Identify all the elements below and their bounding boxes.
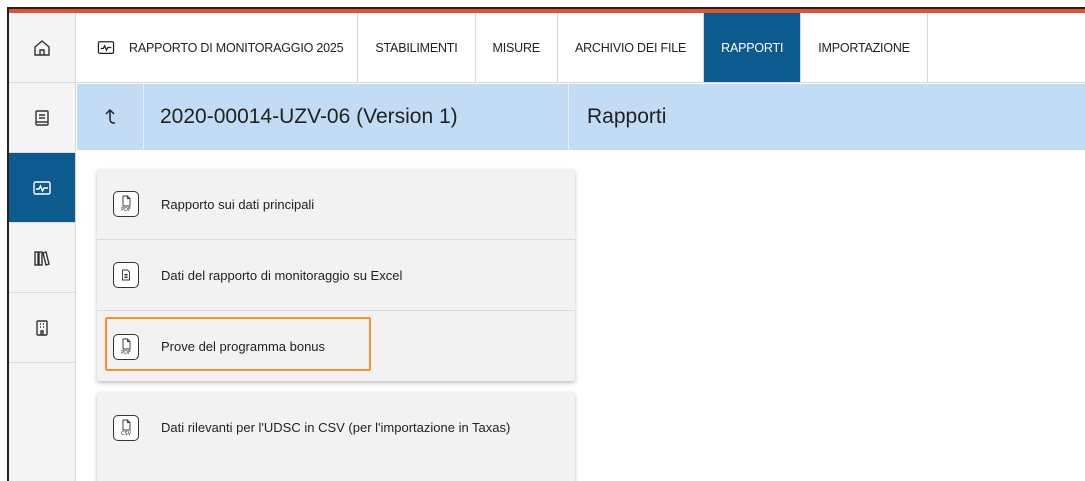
library-icon	[34, 250, 50, 266]
rail-library[interactable]	[9, 223, 75, 293]
app-frame: RAPPORTO DI MONITORAGGIO 2025 STABILIMEN…	[7, 7, 1085, 481]
rail-facilities[interactable]	[9, 293, 75, 363]
report-item[interactable]: PDF Rapporto sui dati principali	[97, 169, 575, 240]
left-rail	[9, 13, 76, 481]
csv-icon: CSV	[113, 414, 139, 441]
report-item[interactable]: Dati del rapporto di monitoraggio su Exc…	[97, 240, 575, 311]
report-item[interactable]: PDF Prove del programma bonus	[97, 311, 575, 382]
reports-card: PDF Rapporto sui dati principali Dati de…	[97, 169, 575, 381]
back-arrow-icon	[105, 108, 115, 124]
tab-archivio[interactable]: ARCHIVIO DEI FILE	[558, 13, 705, 82]
report-label: Rapporto sui dati principali	[161, 196, 315, 212]
report-label: Dati del rapporto di monitoraggio su Exc…	[161, 267, 403, 283]
back-button[interactable]	[77, 84, 144, 150]
pdf-icon: PDF	[113, 191, 139, 217]
reports-card: CSV Dati rilevanti per l'UDSC in CSV (pe…	[97, 392, 575, 481]
document-icon	[35, 109, 49, 126]
section-title: Rapporti	[587, 105, 667, 128]
top-navigation: RAPPORTO DI MONITORAGGIO 2025 STABILIMEN…	[77, 13, 1085, 83]
rail-documents[interactable]	[9, 83, 75, 153]
home-icon	[34, 39, 50, 56]
tab-label: STABILIMENTI	[375, 40, 458, 55]
report-label: Prove del programma bonus	[161, 339, 326, 354]
tab-label: IMPORTAZIONE	[818, 40, 910, 55]
excel-icon	[113, 262, 139, 288]
file-type-tag: PDF	[121, 207, 131, 213]
rail-monitoring[interactable]	[9, 153, 75, 223]
tab-label: ARCHIVIO DEI FILE	[574, 40, 687, 55]
monitor-icon	[33, 180, 51, 195]
report-label: Dati rilevanti per l'UDSC in CSV (per l'…	[161, 420, 511, 435]
tab-label: MISURE	[492, 40, 541, 55]
rail-home[interactable]	[9, 13, 75, 83]
tab-label: RAPPORTI	[721, 40, 784, 55]
tab-monitoring-report[interactable]: RAPPORTO DI MONITORAGGIO 2025	[77, 13, 359, 82]
report-item[interactable]: CSV Dati rilevanti per l'UDSC in CSV (pe…	[97, 392, 575, 463]
tab-label: RAPPORTO DI MONITORAGGIO 2025	[129, 40, 344, 55]
project-title: 2020-00014-UZV-06 (Version 1)	[144, 84, 569, 150]
monitor-icon	[97, 40, 115, 54]
pdf-icon: PDF	[113, 333, 139, 360]
tab-importazione[interactable]: IMPORTAZIONE	[801, 13, 928, 82]
file-type-tag: PDF	[121, 349, 131, 356]
breadcrumb: 2020-00014-UZV-06 (Version 1) Rapporti	[77, 84, 1085, 150]
file-type-tag: CSV	[120, 430, 132, 437]
tab-rapporti[interactable]: RAPPORTI	[704, 13, 802, 82]
tab-stabilimenti[interactable]: STABILIMENTI	[358, 13, 476, 82]
building-icon	[36, 319, 48, 336]
tab-misure[interactable]: MISURE	[476, 13, 558, 82]
